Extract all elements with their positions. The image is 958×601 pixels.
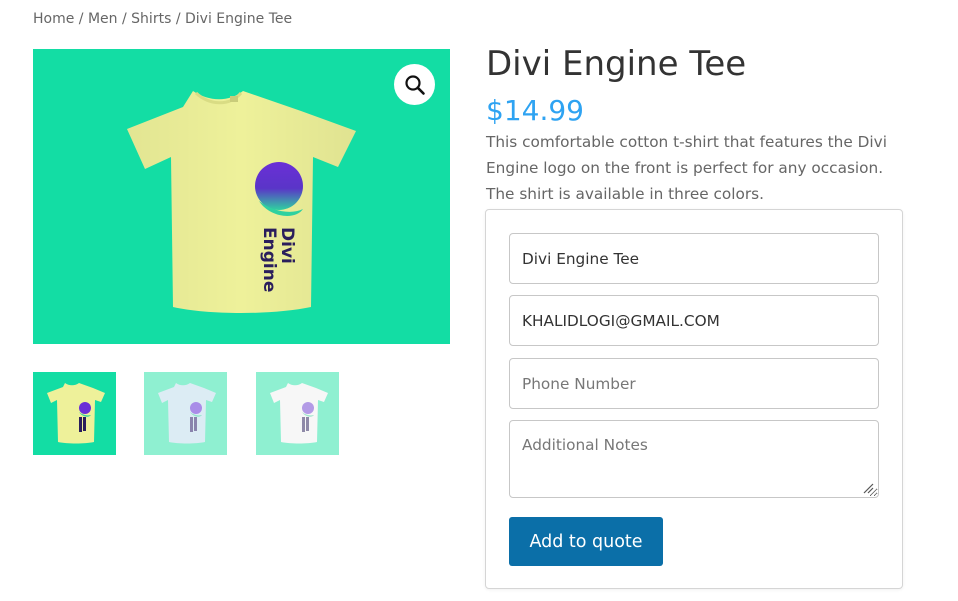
- zoom-button[interactable]: [394, 64, 435, 105]
- product-price: $14.99: [486, 94, 584, 127]
- product-title: Divi Engine Tee: [486, 44, 747, 84]
- tshirt-thumbnail-image: [256, 372, 339, 455]
- tshirt-thumbnail-image: [144, 372, 227, 455]
- logo-text-divi: Divi: [277, 227, 297, 264]
- additional-notes-field[interactable]: [509, 420, 879, 498]
- breadcrumb: Home / Men / Shirts / Divi Engine Tee: [33, 11, 292, 27]
- tshirt-thumbnail-image: [33, 372, 116, 455]
- breadcrumb-separator: /: [122, 11, 127, 27]
- phone-number-field[interactable]: [509, 358, 879, 409]
- main-product-image[interactable]: Divi Engine: [33, 49, 450, 344]
- breadcrumb-link-home[interactable]: Home: [33, 11, 74, 27]
- breadcrumb-separator: /: [175, 11, 181, 27]
- breadcrumb-separator: /: [78, 11, 84, 27]
- breadcrumb-link-shirts[interactable]: Shirts: [131, 11, 171, 27]
- tshirt-image: Divi Engine: [33, 49, 450, 344]
- add-to-quote-button[interactable]: Add to quote: [509, 517, 663, 566]
- thumbnail-white[interactable]: [256, 372, 339, 455]
- breadcrumb-link-men[interactable]: Men: [88, 11, 118, 27]
- product-name-field[interactable]: [509, 233, 879, 284]
- breadcrumb-current: Divi Engine Tee: [185, 11, 293, 27]
- product-description: This comfortable cotton t-shirt that fea…: [486, 133, 887, 203]
- logo-text-engine: Engine: [259, 227, 279, 292]
- quote-form: Add to quote: [485, 209, 903, 589]
- email-field[interactable]: [509, 295, 879, 346]
- thumbnail-blue[interactable]: [144, 372, 227, 455]
- magnifier-icon: [404, 74, 425, 95]
- thumbnail-yellow[interactable]: [33, 372, 116, 455]
